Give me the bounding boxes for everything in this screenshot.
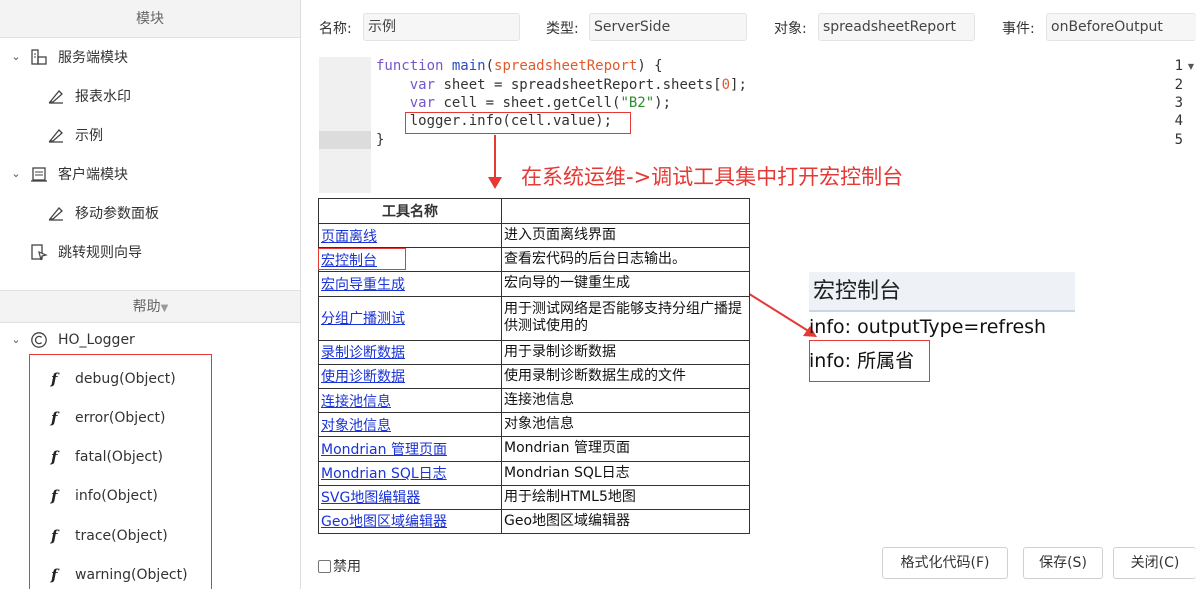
name-label: 名称:	[319, 21, 352, 37]
disable-checkbox[interactable]: 禁用	[318, 556, 361, 576]
tree-item-label: 服务端模块	[58, 49, 128, 66]
tool-description: 使用录制诊断数据生成的文件	[501, 363, 750, 389]
tree-item-report-watermark[interactable]: 报表水印	[0, 76, 300, 115]
chevron-down-icon[interactable]: ⌄	[10, 333, 22, 346]
tool-description: 用于绘制HTML5地图	[501, 484, 750, 510]
type-label: 类型:	[546, 21, 579, 37]
tool-link[interactable]: 连接池信息	[318, 387, 502, 414]
tool-description: 用于测试网络是否能够支持分组广播提供测试使用的	[501, 295, 750, 341]
format-code-button[interactable]: 格式化代码(F)	[882, 547, 1008, 579]
column-header-tool-name: 工具名称	[318, 198, 502, 224]
tool-description: 用于录制诊断数据	[501, 339, 750, 365]
functions-highlight-box	[29, 354, 212, 589]
table-row: 分组广播测试 用于测试网络是否能够支持分组广播提供测试使用的	[318, 295, 750, 341]
tool-link[interactable]: SVG地图编辑器	[318, 484, 502, 510]
chevron-down-icon[interactable]: ⌄	[10, 167, 22, 180]
client-module-icon	[29, 164, 49, 184]
tools-table-body: 页面离线 进入页面离线界面 宏控制台 查看宏代码的后台日志输出。 宏向导重生成 宏向导的一…	[318, 222, 750, 535]
macro-script-icon	[46, 125, 66, 145]
tree-item-example[interactable]: 示例	[0, 115, 300, 154]
code-line-2: var sheet = spreadsheetReport.sheets[0];	[409, 77, 747, 93]
table-row: Mondrian 管理页面 Mondrian 管理页面	[318, 436, 750, 462]
tree-item-label: 跳转规则向导	[58, 244, 142, 261]
table-row: Mondrian SQL日志 Mondrian SQL日志	[318, 460, 750, 486]
checkbox-icon[interactable]	[318, 559, 331, 573]
tree-item-label: HO_Logger	[58, 331, 135, 348]
disable-label: 禁用	[333, 559, 361, 575]
code-line-1: function main(spreadsheetReport) {	[376, 58, 663, 74]
line-number: 3	[1174, 95, 1183, 111]
logger-line-highlight-box	[405, 112, 631, 134]
tree-item-label: 示例	[75, 127, 103, 144]
name-input[interactable]: 示例	[363, 13, 520, 41]
line-number: 5	[1174, 132, 1183, 148]
table-row: 使用诊断数据 使用录制诊断数据生成的文件	[318, 363, 750, 389]
line-number-gutter	[319, 57, 371, 193]
object-field[interactable]: spreadsheetReport	[818, 13, 975, 41]
tree-item-label: 客户端模块	[58, 166, 128, 183]
help-header-label: 帮助	[132, 299, 161, 315]
wizard-icon	[29, 242, 49, 262]
line-number: 4	[1174, 113, 1183, 129]
tool-link[interactable]: Mondrian SQL日志	[318, 460, 502, 486]
save-button[interactable]: 保存(S)	[1023, 547, 1103, 579]
tool-description: 查看宏代码的后台日志输出。	[501, 247, 750, 273]
module-sidebar: 模块 ⌄ 服务端模块 报表水印 示例 ⌄ 客户端模块 移动参数面板 跳转规则向导…	[0, 0, 301, 589]
help-panel-header[interactable]: 帮助▼	[0, 290, 300, 323]
tool-link[interactable]: 使用诊断数据	[318, 363, 502, 389]
tool-description: 宏向导的一键重生成	[501, 271, 750, 297]
table-row: 对象池信息 对象池信息	[318, 412, 750, 438]
tool-link[interactable]: Mondrian 管理页面	[318, 436, 502, 462]
active-line-marker	[319, 131, 371, 149]
table-row: 连接池信息 连接池信息	[318, 387, 750, 414]
object-label: 对象:	[774, 21, 807, 37]
tree-item-client-module[interactable]: ⌄ 客户端模块	[0, 154, 300, 193]
tree-item-label: 移动参数面板	[75, 205, 159, 222]
tool-link[interactable]: 页面离线	[318, 222, 502, 249]
table-row: SVG地图编辑器 用于绘制HTML5地图	[318, 484, 750, 510]
tool-description: Mondrian SQL日志	[501, 460, 750, 486]
table-row: 录制诊断数据 用于录制诊断数据	[318, 339, 750, 365]
console-line: info: outputType=refresh	[809, 316, 1047, 338]
table-row: Geo地图区域编辑器 Geo地图区域编辑器	[318, 508, 750, 535]
tree-item-mobile-param-panel[interactable]: 移动参数面板	[0, 193, 300, 232]
event-field[interactable]: onBeforeOutput	[1046, 13, 1196, 41]
console-output-highlight-box	[809, 340, 930, 382]
tool-description: 对象池信息	[501, 412, 750, 438]
code-line-5: }	[376, 132, 385, 148]
modules-panel-header: 模块	[0, 0, 300, 38]
tool-link[interactable]: Geo地图区域编辑器	[318, 508, 502, 535]
caret-down-icon: ▼	[160, 303, 169, 314]
tool-description: 连接池信息	[501, 387, 750, 414]
macro-script-icon	[46, 86, 66, 106]
type-field[interactable]: ServerSide	[589, 13, 747, 41]
column-header-description	[501, 198, 750, 224]
table-row: 宏向导重生成 宏向导的一键重生成	[318, 271, 750, 297]
tool-link[interactable]: 对象池信息	[318, 412, 502, 438]
fold-arrow-icon[interactable]: ▼	[1188, 62, 1194, 71]
tool-link[interactable]: 录制诊断数据	[318, 339, 502, 365]
tool-link[interactable]: 宏向导重生成	[318, 271, 502, 297]
close-button[interactable]: 关闭(C)	[1113, 547, 1196, 579]
table-row: 页面离线 进入页面离线界面	[318, 222, 750, 249]
annotation-text: 在系统运维->调试工具集中打开宏控制台	[521, 165, 904, 189]
tree-item-label: 报表水印	[75, 88, 131, 105]
tool-link[interactable]: 分组广播测试	[318, 295, 502, 341]
chevron-down-icon[interactable]: ⌄	[10, 50, 22, 63]
macro-console-highlight-box	[318, 248, 406, 270]
table-header-row: 工具名称	[318, 198, 750, 224]
tree-item-jump-rule-wizard[interactable]: 跳转规则向导	[0, 232, 300, 271]
line-number: 1	[1174, 58, 1183, 74]
server-module-icon	[29, 47, 49, 67]
event-label: 事件:	[1002, 21, 1035, 37]
code-line-3: var cell = sheet.getCell("B2");	[409, 95, 672, 111]
tree-item-server-module[interactable]: ⌄ 服务端模块	[0, 37, 300, 76]
tool-description: 进入页面离线界面	[501, 222, 750, 249]
tool-description: Mondrian 管理页面	[501, 436, 750, 462]
macro-script-icon	[46, 203, 66, 223]
tool-description: Geo地图区域编辑器	[501, 508, 750, 535]
console-title: 宏控制台	[809, 272, 1075, 312]
class-icon	[29, 330, 49, 350]
line-number: 2	[1174, 77, 1183, 93]
